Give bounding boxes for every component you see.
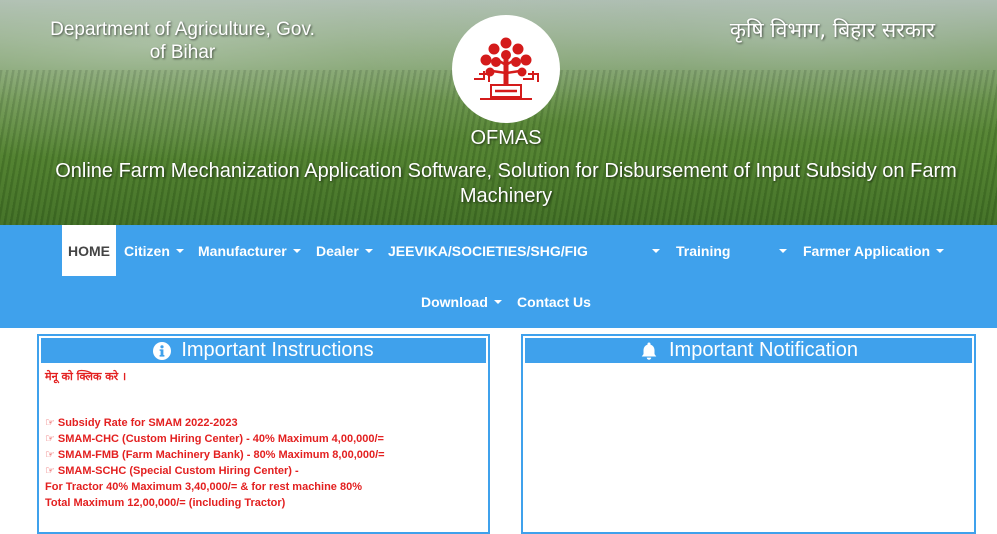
nav-home[interactable]: HOME [62,225,116,276]
nav-download[interactable]: Download [421,276,502,327]
department-name-hindi: कृषि विभाग, बिहार सरकार [729,18,935,42]
bell-icon [641,342,657,360]
instructions-body: मेनू को क्लिक करे । ☞ Subsidy Rate for SM… [39,359,488,511]
important-notification-panel: Important Notification [521,334,976,534]
caret-down-icon [292,248,301,253]
hand-point-right-icon: ☞ [45,417,55,429]
nav-download-label: Download [421,293,488,310]
caret-down-icon [652,248,660,253]
instruction-line: ☞ SMAM-SCHC (Special Custom Hiring Center… [45,465,299,477]
nav-contact-us-label: Contact Us [517,293,591,310]
header-banner: Department of Agriculture, Gov. of Bihar [0,0,997,225]
info-circle-icon [153,341,172,360]
nav-manufacturer[interactable]: Manufacturer [198,225,301,276]
nav-jeevika-label: JEEVIKA/SOCIETIES/SHG/FIG [388,242,588,259]
department-name-english: Department of Agriculture, Gov. of Bihar [50,19,315,63]
nav-jeevika[interactable]: JEEVIKA/SOCIETIES/SHG/FIG [388,225,660,276]
app-description: Online Farm Mechanization Application So… [55,160,957,207]
app-name: OFMAS [470,127,542,149]
instruction-line: ☞ SMAM-CHC (Custom Hiring Center) - 40% M… [45,433,384,445]
nav-contact-us[interactable]: Contact Us [517,276,591,327]
instruction-line: मेनू को क्लिक करे । [45,370,127,383]
caret-down-icon [175,248,184,253]
instruction-line: For Tractor 40% Maximum 3,40,000/= & for… [45,481,362,493]
nav-training[interactable]: Training [676,225,787,276]
nav-training-label: Training [676,242,731,259]
hand-point-right-icon: ☞ [45,433,55,445]
nav-dealer[interactable]: Dealer [316,225,373,276]
hand-point-right-icon: ☞ [45,449,55,461]
nav-manufacturer-label: Manufacturer [198,242,287,259]
instruction-line: Total Maximum 12,00,000/= (including Tra… [45,497,286,509]
hand-point-right-icon: ☞ [45,465,55,477]
caret-down-icon [493,299,502,304]
bihar-government-logo [452,15,560,123]
main-navbar: HOME Citizen Manufacturer Dealer JEEVIKA… [0,225,997,328]
nav-home-label: HOME [68,242,110,259]
nav-farmer-application-label: Farmer Application [803,242,931,259]
nav-farmer-application[interactable]: Farmer Application [803,225,945,276]
notification-title: Important Notification [669,339,858,361]
bihar-bodhi-tree-seal-icon [474,37,539,100]
important-instructions-panel: Important Instructions मेनू को क्लिक करे… [37,334,490,534]
instructions-title: Important Instructions [181,339,374,361]
caret-down-icon [936,248,945,253]
caret-down-icon [779,248,787,253]
instruction-line: ☞ SMAM-FMB (Farm Machinery Bank) - 80% Ma… [45,449,385,461]
nav-citizen-label: Citizen [124,242,170,259]
nav-dealer-label: Dealer [316,242,359,259]
nav-citizen[interactable]: Citizen [124,225,184,276]
notification-header: Important Notification [525,338,972,363]
caret-down-icon [364,248,373,253]
instruction-line: ☞ Subsidy Rate for SMAM 2022-2023 [45,417,238,429]
